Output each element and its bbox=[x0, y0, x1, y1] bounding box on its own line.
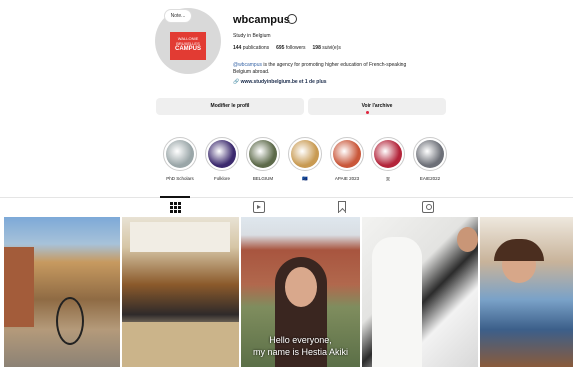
highlight-cover-image bbox=[333, 140, 361, 168]
story-highlight[interactable]: APAIE 2023 bbox=[329, 137, 365, 181]
notification-dot bbox=[366, 111, 369, 114]
bio-line-1: @wbcampus is the agency for promoting hi… bbox=[233, 62, 407, 68]
settings-gear-icon[interactable] bbox=[287, 14, 297, 24]
highlight-label: EAIE2022 bbox=[419, 176, 441, 181]
following-stat[interactable]: 198 suivi(e)s bbox=[313, 45, 341, 51]
story-highlight[interactable]: PhD Scholars bbox=[162, 137, 198, 181]
tagged-tab-icon[interactable] bbox=[422, 201, 434, 213]
highlight-cover-image bbox=[291, 140, 319, 168]
view-archive-button[interactable]: Voir l'archive bbox=[308, 98, 446, 115]
highlight-label: Folklore bbox=[213, 176, 230, 181]
story-highlight[interactable]: 🇦 bbox=[370, 137, 406, 181]
story-highlight[interactable]: Folklore bbox=[204, 137, 240, 181]
story-highlight[interactable]: BELGIUM bbox=[245, 137, 281, 181]
highlight-label: BELGIUM bbox=[252, 176, 274, 181]
username: wbcampus bbox=[233, 14, 290, 26]
profile-stats: 144 publications 695 followers 198 suivi… bbox=[233, 45, 341, 51]
story-highlight[interactable]: EAIE2022 bbox=[412, 137, 448, 181]
post-thumbnail[interactable]: Hello everyone, my name is Hestia Akiki bbox=[241, 217, 360, 367]
highlight-cover-ring bbox=[246, 137, 280, 171]
highlight-cover-image bbox=[208, 140, 236, 168]
post-thumbnail[interactable] bbox=[4, 217, 120, 367]
edit-profile-button[interactable]: Modifier le profil bbox=[156, 98, 304, 115]
highlight-label: APAIE 2023 bbox=[334, 176, 360, 181]
post-thumbnail[interactable] bbox=[480, 217, 573, 367]
highlight-label: 🇦 bbox=[386, 176, 390, 181]
highlight-cover-ring bbox=[413, 137, 447, 171]
active-tab-indicator bbox=[160, 196, 190, 198]
post-thumbnail[interactable] bbox=[362, 217, 478, 367]
highlight-cover-image bbox=[416, 140, 444, 168]
profile-full-name: Study in Belgium bbox=[233, 33, 271, 39]
bio-line-2: Belgium abroad. bbox=[233, 69, 270, 75]
highlight-cover-ring bbox=[163, 137, 197, 171]
tabs-divider bbox=[0, 197, 573, 198]
highlight-cover-image bbox=[249, 140, 277, 168]
video-caption-line-1: Hello everyone, bbox=[269, 335, 332, 345]
highlight-label: 🇪🇺 bbox=[302, 176, 308, 181]
highlight-cover-ring bbox=[205, 137, 239, 171]
highlight-cover-ring bbox=[288, 137, 322, 171]
posts-stat: 144 publications bbox=[233, 45, 270, 51]
highlight-label: PhD Scholars bbox=[166, 176, 194, 181]
bio-mention-link[interactable]: @wbcampus bbox=[233, 62, 262, 68]
reels-tab-icon[interactable] bbox=[253, 201, 265, 213]
highlight-cover-image bbox=[374, 140, 402, 168]
story-highlight[interactable]: 🇪🇺 bbox=[287, 137, 323, 182]
posts-grid-tab-icon[interactable] bbox=[169, 201, 181, 213]
wallonie-bruxelles-campus-logo: WALLONIE BRUXELLES CAMPUS bbox=[170, 32, 206, 60]
highlight-cover-image bbox=[166, 140, 194, 168]
post-thumbnail[interactable] bbox=[122, 217, 239, 367]
highlight-cover-ring bbox=[371, 137, 405, 171]
highlight-cover-ring bbox=[330, 137, 364, 171]
note-bubble[interactable]: Note... bbox=[164, 9, 192, 23]
link-icon: 🔗 bbox=[233, 79, 240, 85]
followers-stat[interactable]: 695 followers bbox=[276, 45, 305, 51]
saved-tab-bookmark-icon[interactable] bbox=[338, 201, 346, 213]
profile-website-link[interactable]: 🔗 www.studyinbelgium.be et 1 de plus bbox=[233, 79, 327, 85]
video-caption-line-2: my name is Hestia Akiki bbox=[252, 347, 349, 357]
